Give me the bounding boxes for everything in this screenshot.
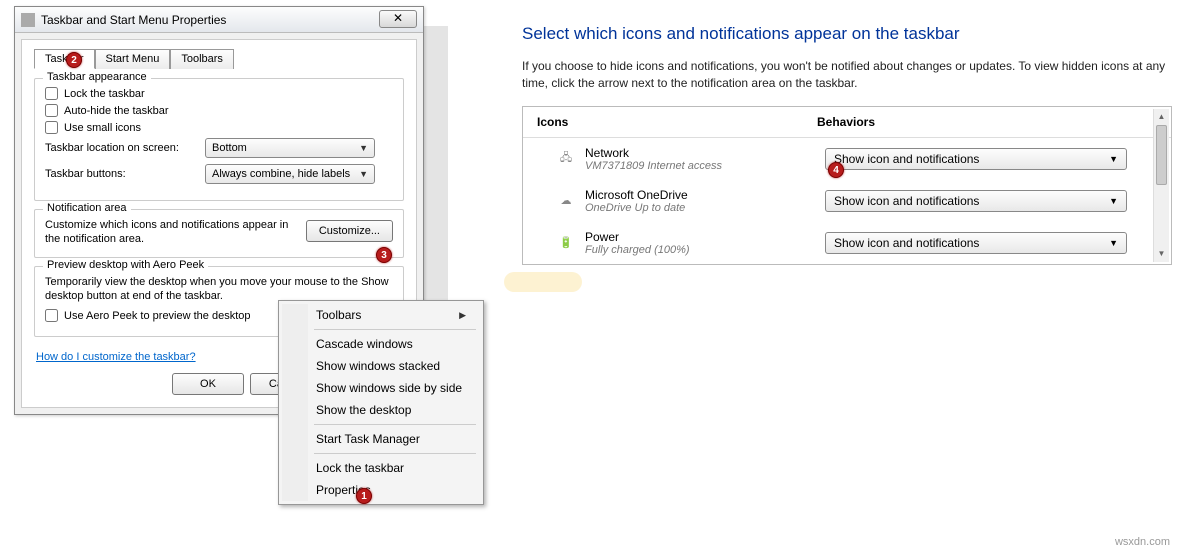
taskbar-context-menu: Toolbars ▶ Cascade windows Show windows s… [278,300,484,505]
behavior-select-onedrive[interactable]: Show icon and notifications ▼ [825,190,1127,212]
onedrive-icon: ☁ [557,192,575,210]
select-buttons[interactable]: Always combine, hide labels ▼ [205,164,375,184]
annotation-badge-4: 4 [828,162,844,178]
scroll-down-icon[interactable]: ▼ [1154,246,1169,262]
separator [314,329,476,330]
notification-settings-page: Select which icons and notifications app… [522,24,1172,265]
tab-startmenu[interactable]: Start Menu [95,49,171,69]
chk-peek-label: Use Aero Peek to preview the desktop [64,310,251,322]
chevron-down-icon: ▼ [1109,154,1118,164]
menu-cascade[interactable]: Cascade windows [282,333,480,355]
col-icons: Icons [537,115,817,129]
menu-show-desktop[interactable]: Show the desktop [282,399,480,421]
col-behaviors: Behaviors [817,115,1157,129]
item-name: Power [585,230,825,244]
chk-small-icons[interactable] [45,121,58,134]
help-link[interactable]: How do I customize the taskbar? [36,351,196,363]
page-description: If you choose to hide icons and notifica… [522,58,1172,92]
notif-desc: Customize which icons and notifications … [45,218,296,247]
list-header: Icons Behaviors [523,107,1171,138]
chk-aero-peek[interactable] [45,309,58,322]
ok-button[interactable]: OK [172,373,244,395]
separator [314,453,476,454]
chk-autohide[interactable] [45,104,58,117]
chk-lock-taskbar[interactable] [45,87,58,100]
chevron-down-icon: ▼ [359,143,368,153]
power-icon: 🔋 [557,234,575,252]
loc-label: Taskbar location on screen: [45,142,195,154]
close-button[interactable]: ✕ [379,10,417,28]
network-icon: 🖧 [557,150,575,168]
annotation-badge-2: 2 [66,52,82,68]
behavior-value: Show icon and notifications [834,236,979,250]
group-appearance: Taskbar appearance Lock the taskbar Auto… [34,78,404,201]
chk-small-label: Use small icons [64,122,141,134]
menu-properties[interactable]: Properties [282,479,480,501]
tab-taskbar[interactable]: Taskbar [34,49,95,69]
menu-taskmgr[interactable]: Start Task Manager [282,428,480,450]
list-item: 🖧 Network VM7371809 Internet access Show… [523,138,1171,180]
menu-stacked[interactable]: Show windows stacked [282,355,480,377]
icons-list-box: Icons Behaviors 🖧 Network VM7371809 Inte… [522,106,1172,265]
item-name: Network [585,146,825,160]
list-item: ☁ Microsoft OneDrive OneDrive Up to date… [523,180,1171,222]
select-location-value: Bottom [212,142,247,154]
btn-label: Taskbar buttons: [45,168,195,180]
chevron-down-icon: ▼ [1109,238,1118,248]
separator [314,424,476,425]
scroll-thumb[interactable] [1156,125,1167,185]
group-title-appearance: Taskbar appearance [43,71,151,83]
menu-sidebyside[interactable]: Show windows side by side [282,377,480,399]
app-icon [21,13,35,27]
select-buttons-value: Always combine, hide labels [212,168,350,180]
group-notification: Notification area Customize which icons … [34,209,404,258]
menu-toolbars[interactable]: Toolbars ▶ [282,304,480,326]
item-sub: Fully charged (100%) [585,244,825,256]
customize-button[interactable]: Customize... [306,220,393,242]
menu-toolbars-label: Toolbars [316,308,361,322]
item-sub: VM7371809 Internet access [585,160,825,172]
annotation-badge-1: 1 [356,488,372,504]
chevron-down-icon: ▼ [359,169,368,179]
chk-lock-label: Lock the taskbar [64,88,145,100]
page-heading: Select which icons and notifications app… [522,24,1172,44]
behavior-value: Show icon and notifications [834,194,979,208]
peek-desc: Temporarily view the desktop when you mo… [45,275,393,304]
item-name: Microsoft OneDrive [585,188,825,202]
group-title-peek: Preview desktop with Aero Peek [43,259,208,271]
titlebar[interactable]: Taskbar and Start Menu Properties ✕ [15,7,423,33]
select-location[interactable]: Bottom ▼ [205,138,375,158]
watermark-text: wsxdn.com [1115,536,1170,548]
submenu-arrow-icon: ▶ [459,310,466,321]
menu-lock[interactable]: Lock the taskbar [282,457,480,479]
behavior-select-power[interactable]: Show icon and notifications ▼ [825,232,1127,254]
list-item: 🔋 Power Fully charged (100%) Show icon a… [523,222,1171,264]
behavior-value: Show icon and notifications [834,152,979,166]
tab-toolbars[interactable]: Toolbars [170,49,234,69]
chevron-down-icon: ▼ [1109,196,1118,206]
window-title: Taskbar and Start Menu Properties [41,13,226,27]
annotation-badge-3: 3 [376,247,392,263]
chk-autohide-label: Auto-hide the taskbar [64,105,169,117]
scroll-up-icon[interactable]: ▲ [1154,109,1169,125]
scrollbar[interactable]: ▲ ▼ [1153,109,1169,262]
behavior-select-network[interactable]: Show icon and notifications ▼ [825,148,1127,170]
item-sub: OneDrive Up to date [585,202,825,214]
group-title-notif: Notification area [43,202,131,214]
